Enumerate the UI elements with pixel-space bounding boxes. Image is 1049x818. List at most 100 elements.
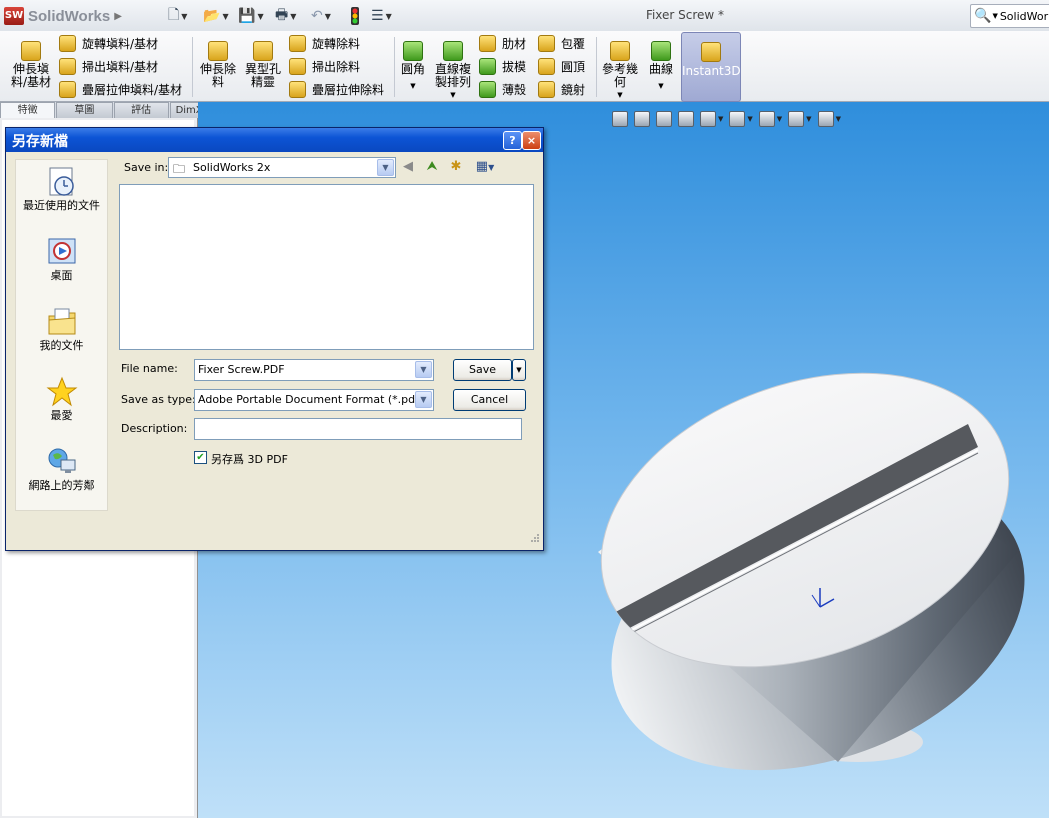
- rebuild-button[interactable]: [350, 6, 360, 26]
- chevron-down-icon[interactable]: ▼: [290, 12, 296, 21]
- loft-cut-button[interactable]: 疊層拉伸除料: [289, 79, 384, 99]
- section-view-icon[interactable]: [678, 111, 694, 127]
- reference-geometry-button[interactable]: 參考幾何 ▼: [600, 35, 640, 102]
- chevron-down-icon[interactable]: ▼: [181, 12, 187, 21]
- save-toolbar-button[interactable]: 💾 ▼: [238, 6, 264, 26]
- place-favorites[interactable]: 最愛: [16, 376, 107, 422]
- dialog-title-bar[interactable]: 另存新檔 ? ×: [6, 128, 543, 152]
- view-settings-icon[interactable]: [817, 111, 834, 127]
- hole-wizard-button[interactable]: 異型孔精靈: [243, 35, 283, 89]
- cancel-button[interactable]: Cancel: [453, 389, 526, 411]
- chevron-down-icon[interactable]: ▼: [747, 115, 752, 123]
- zoom-area-icon[interactable]: [634, 111, 650, 127]
- extrude-cut-button[interactable]: 伸長除料: [197, 35, 239, 89]
- sweep-boss-button[interactable]: 掃出塡料/基材: [59, 56, 158, 76]
- appearance-icon[interactable]: [788, 111, 805, 127]
- search-box[interactable]: 🔍 ▼ SolidWork: [970, 4, 1049, 28]
- place-recent[interactable]: 最近使用的文件: [16, 166, 107, 212]
- linear-pattern-button[interactable]: 直線複製排列 ▼: [432, 35, 474, 102]
- place-label: 最近使用的文件: [23, 199, 100, 212]
- previous-view-icon[interactable]: [656, 111, 672, 127]
- file-name-value: Fixer Screw.PDF: [198, 363, 285, 376]
- display-style-icon[interactable]: [729, 111, 746, 127]
- undo-button[interactable]: ↶ ▼: [311, 6, 331, 26]
- views-menu-button[interactable]: ▦▼: [472, 159, 498, 175]
- save-in-dropdown[interactable]: 🗀 SolidWorks 2x ▼: [168, 157, 396, 178]
- new-folder-button[interactable]: ✱: [448, 159, 464, 175]
- save-as-type-dropdown[interactable]: Adobe Portable Document Format (*.pdf) ▼: [194, 389, 434, 411]
- chevron-down-icon[interactable]: ▼: [600, 89, 640, 102]
- hide-show-items-icon[interactable]: [758, 111, 775, 127]
- instant3d-button[interactable]: Instant3D: [681, 32, 741, 102]
- place-desktop[interactable]: 桌面: [16, 236, 107, 282]
- loft-cut-icon: [289, 80, 306, 98]
- back-button[interactable]: ◀: [400, 159, 416, 175]
- description-input[interactable]: [194, 418, 522, 440]
- solidworks-logo[interactable]: SW SolidWorks ▶: [4, 5, 134, 27]
- print-button[interactable]: 🖶 ▼: [275, 6, 296, 26]
- back-arrow-icon: ◀: [403, 159, 413, 174]
- save-as-3d-pdf-checkbox[interactable]: ✔: [194, 451, 207, 464]
- loft-boss-button[interactable]: 疊層拉伸塡料/基材: [59, 79, 182, 99]
- tab-evaluate[interactable]: 評估: [113, 102, 169, 118]
- save-button[interactable]: Save: [453, 359, 512, 381]
- help-button[interactable]: ?: [503, 131, 522, 150]
- place-my-documents[interactable]: 我的文件: [16, 306, 107, 352]
- options-button[interactable]: ☰ ▼: [371, 6, 392, 26]
- open-button[interactable]: 📂 ▼: [203, 6, 229, 26]
- resize-grip-icon[interactable]: [528, 532, 540, 544]
- revolve-cut-button[interactable]: 旋轉除料: [289, 33, 360, 53]
- extrude-cut-label: 伸長除料: [199, 62, 236, 89]
- tab-features[interactable]: 特徵: [0, 102, 56, 118]
- chevron-down-icon[interactable]: ▼: [777, 115, 782, 123]
- revolve-boss-button[interactable]: 旋轉塡料/基材: [59, 33, 158, 53]
- chevron-down-icon[interactable]: ▼: [645, 80, 677, 93]
- chevron-down-icon[interactable]: ▼: [222, 12, 228, 21]
- dome-button[interactable]: 圓頂: [538, 56, 585, 76]
- save-as-type-value: Adobe Portable Document Format (*.pdf): [198, 393, 424, 406]
- file-list[interactable]: [119, 184, 534, 350]
- chevron-down-icon[interactable]: ▼: [257, 12, 263, 21]
- chevron-down-icon[interactable]: ▼: [398, 80, 428, 93]
- mirror-button[interactable]: 鏡射: [538, 79, 585, 99]
- new-document-icon: 🗋: [168, 7, 180, 23]
- close-button[interactable]: ×: [522, 131, 541, 150]
- save-disk-icon: 💾: [238, 8, 256, 24]
- separator: [596, 37, 597, 97]
- save-as-3d-pdf-label[interactable]: 另存爲 3D PDF: [211, 451, 288, 467]
- extrude-boss-button[interactable]: 伸長塡料/基材: [8, 35, 54, 89]
- chevron-down-icon[interactable]: ▼: [718, 115, 723, 123]
- wrap-button[interactable]: 包覆: [538, 33, 585, 53]
- new-document-button[interactable]: 🗋 ▼: [168, 6, 187, 26]
- shell-button[interactable]: 薄殼: [479, 79, 526, 99]
- file-name-input[interactable]: Fixer Screw.PDF ▼: [194, 359, 434, 381]
- chevron-down-icon[interactable]: ▼: [488, 163, 494, 172]
- chevron-down-icon[interactable]: ▼: [377, 159, 394, 176]
- chevron-down-icon[interactable]: ▼: [325, 12, 331, 21]
- chevron-down-icon[interactable]: ▼: [836, 115, 841, 123]
- chevron-down-icon[interactable]: ▼: [992, 12, 997, 20]
- loft-boss-icon: [59, 80, 76, 98]
- zoom-to-fit-icon[interactable]: [612, 111, 628, 127]
- chevron-right-icon[interactable]: ▶: [114, 11, 122, 22]
- place-network[interactable]: 網路上的芳鄰: [16, 446, 107, 492]
- chevron-down-icon[interactable]: ▼: [432, 89, 474, 102]
- chevron-down-icon[interactable]: ▼: [415, 361, 432, 378]
- curves-button[interactable]: 曲線 ▼: [645, 35, 677, 93]
- extrude-boss-label: 伸長塡料/基材: [10, 62, 52, 89]
- fillet-button[interactable]: 圓角 ▼: [398, 35, 428, 93]
- up-folder-button[interactable]: ⮝: [424, 159, 440, 175]
- chevron-down-icon[interactable]: ▼: [806, 115, 811, 123]
- sweep-cut-button[interactable]: 掃出除料: [289, 56, 360, 76]
- fillet-icon: [403, 41, 423, 61]
- save-options-dropdown[interactable]: ▼: [512, 359, 526, 381]
- description-label: Description:: [121, 422, 188, 435]
- draft-button[interactable]: 拔模: [479, 56, 526, 76]
- view-orientation-icon[interactable]: [700, 111, 716, 127]
- chevron-down-icon[interactable]: ▼: [386, 12, 392, 21]
- tab-sketch[interactable]: 草圖: [56, 102, 113, 118]
- chevron-down-icon[interactable]: ▼: [415, 391, 432, 408]
- instant3d-icon: [701, 42, 721, 62]
- undo-icon: ↶: [311, 8, 323, 24]
- rib-button[interactable]: 肋材: [479, 33, 526, 53]
